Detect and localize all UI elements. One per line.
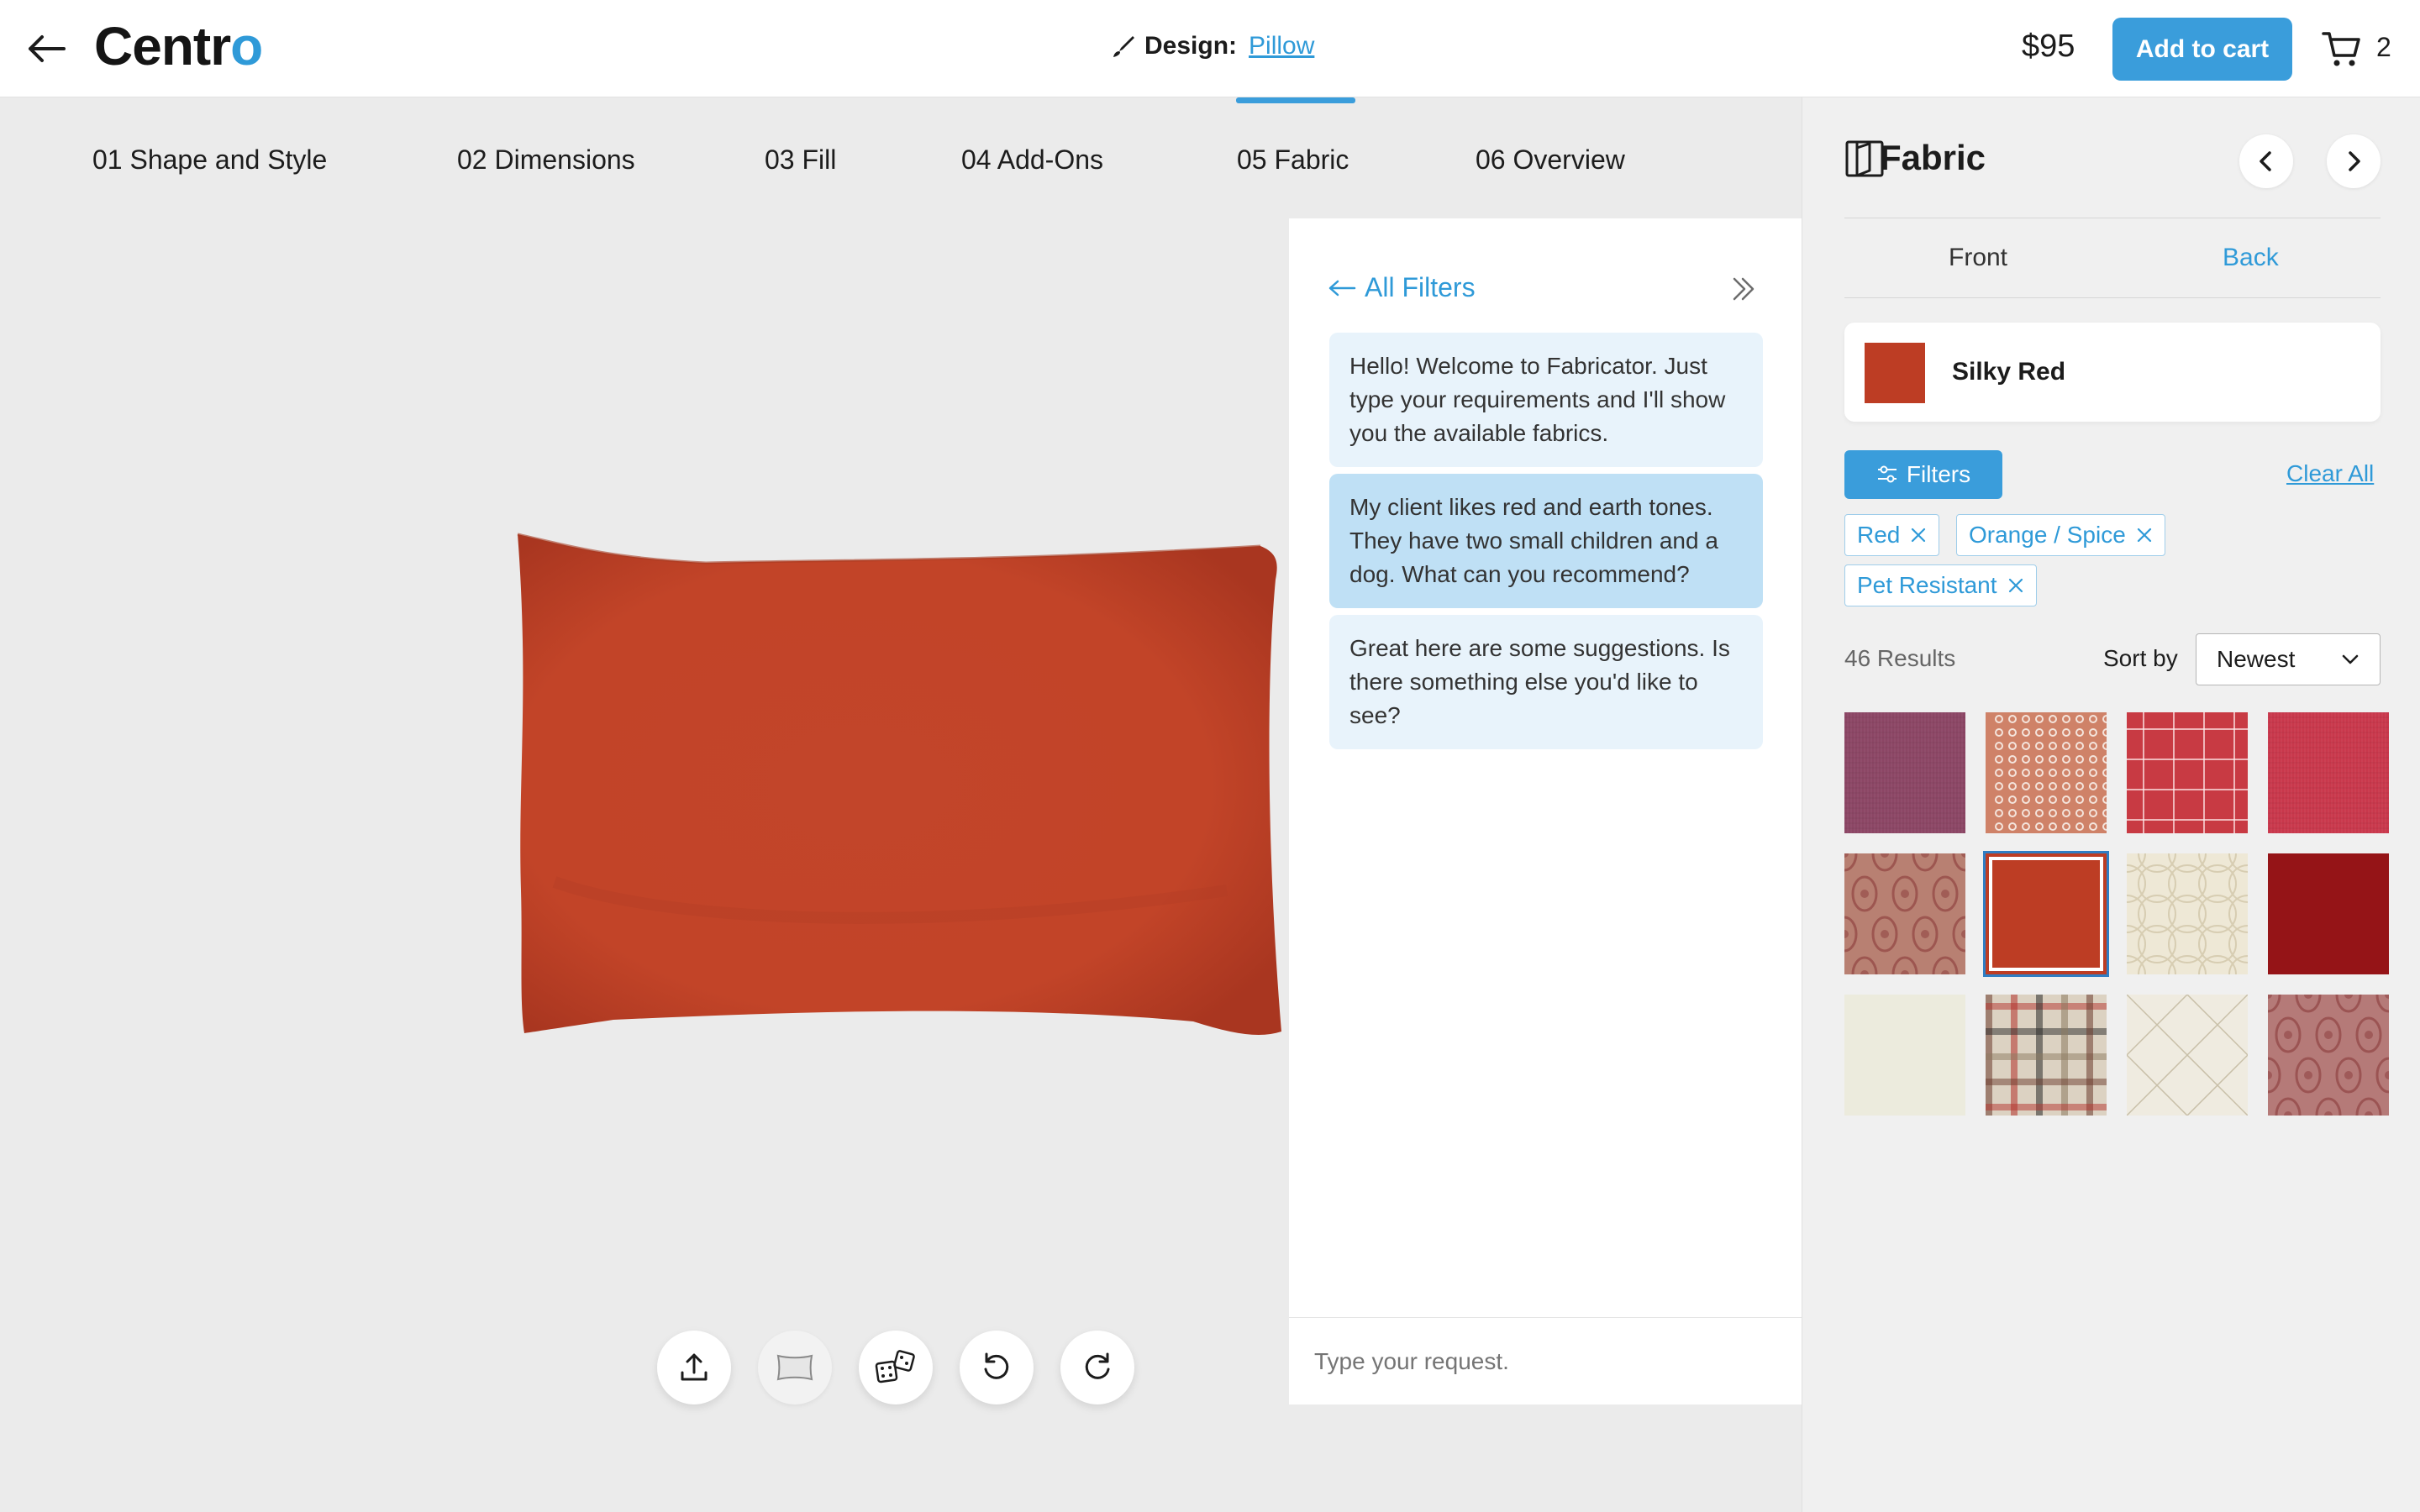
step-fill[interactable]: 03 Fill <box>765 144 836 176</box>
chip-label: Orange / Spice <box>1969 522 2126 548</box>
tab-back[interactable]: Back <box>2223 244 2279 272</box>
step-dimensions[interactable]: 02 Dimensions <box>457 144 635 176</box>
filters-label: Filters <box>1906 461 1971 487</box>
selected-fabric-card: Silky Red <box>1844 323 2381 422</box>
step-navigation: 01 Shape and Style 02 Dimensions 03 Fill… <box>0 97 1802 223</box>
arrow-left-icon <box>1328 280 1356 296</box>
step-fabric[interactable]: 05 Fabric <box>1237 144 1349 176</box>
step-add-ons[interactable]: 04 Add-Ons <box>961 144 1103 176</box>
pillow-preview <box>517 533 1281 1035</box>
price: $95 <box>2022 29 2075 64</box>
logo-main: Centr <box>94 16 231 76</box>
close-icon[interactable] <box>1910 527 1927 543</box>
chip-label: Pet Resistant <box>1857 572 1997 598</box>
silky-red-swatch-texture <box>1986 853 2107 974</box>
selected-fabric-swatch <box>1865 343 1925 403</box>
undo-button[interactable] <box>960 1331 1034 1404</box>
sort-value: Newest <box>2217 646 2296 672</box>
all-filters-label: All Filters <box>1365 272 1476 302</box>
step-shape-and-style[interactable]: 01 Shape and Style <box>92 144 327 176</box>
selected-fabric-name: Silky Red <box>1952 358 2066 386</box>
close-icon[interactable] <box>2007 577 2024 594</box>
chat-message-assistant: Great here are some suggestions. Is ther… <box>1329 615 1763 749</box>
sort-by-label: Sort by <box>2103 645 2178 671</box>
ivory-diamond-swatch[interactable] <box>2127 995 2248 1116</box>
red-plaid-swatch[interactable] <box>2127 712 2248 833</box>
rose-damask-swatch[interactable] <box>2268 995 2389 1116</box>
brush-icon <box>1113 36 1134 57</box>
fabric-panel: Fabric Front Back Silky Red Filters Clea… <box>1802 97 2420 1512</box>
red-texture-swatch-texture <box>2268 712 2389 833</box>
collapse-chevrons-icon[interactable] <box>1729 274 1760 304</box>
upload-icon <box>681 1353 708 1381</box>
rose-damask-swatch-texture <box>2268 995 2389 1116</box>
randomize-button[interactable] <box>859 1331 933 1404</box>
sort-select[interactable]: Newest <box>2196 633 2381 685</box>
logo[interactable]: Centro <box>94 15 263 77</box>
design-link[interactable]: Pillow <box>1249 32 1314 60</box>
design-indicator: Design: Pillow <box>1109 32 1314 60</box>
dark-red-swatch-texture <box>2268 853 2389 974</box>
chevron-down-icon <box>2342 654 2359 664</box>
step-overview[interactable]: 06 Overview <box>1476 144 1625 176</box>
clear-all-link[interactable]: Clear All <box>2286 460 2374 487</box>
logo-accent: o <box>230 16 263 76</box>
rust-geometric-swatch-texture <box>1986 712 2107 833</box>
cream-circle-swatch[interactable] <box>2127 853 2248 974</box>
red-damask-swatch-texture <box>1844 853 1965 974</box>
pillow-shape-icon <box>776 1354 813 1381</box>
tab-front[interactable]: Front <box>1949 244 2007 272</box>
rust-geometric-swatch[interactable] <box>1986 712 2107 833</box>
cart-count: 2 <box>2376 32 2391 62</box>
add-to-cart-button[interactable]: Add to cart <box>2112 18 2292 81</box>
filters-button[interactable]: Filters <box>1844 450 2002 499</box>
close-icon[interactable] <box>2136 527 2153 543</box>
purple-tweed-swatch-texture <box>1844 712 1965 833</box>
next-button[interactable] <box>2327 134 2381 188</box>
houndstooth-plaid-swatch[interactable] <box>1986 995 2107 1116</box>
purple-tweed-swatch[interactable] <box>1844 712 1965 833</box>
red-plaid-swatch-texture <box>2127 712 2248 833</box>
upload-button[interactable] <box>657 1331 731 1404</box>
red-damask-swatch[interactable] <box>1844 853 1965 974</box>
filter-chip-red[interactable]: Red <box>1844 514 1940 556</box>
results-count: 46 Results <box>1844 645 1956 671</box>
dice-icon <box>875 1350 915 1383</box>
chevron-left-icon <box>2260 151 2271 171</box>
pillow-shape-button[interactable] <box>758 1331 832 1404</box>
chevron-right-icon <box>2349 151 2360 171</box>
fabric-book-icon <box>1845 140 1884 177</box>
chat-message-assistant: Hello! Welcome to Fabricator. Just type … <box>1329 333 1763 467</box>
dark-red-swatch[interactable] <box>2268 853 2389 974</box>
chat-panel: All Filters Hello! Welcome to Fabricator… <box>1289 218 1802 1404</box>
ivory-swatch-texture <box>1844 995 1965 1116</box>
cart-icon[interactable] <box>2321 29 2363 69</box>
top-bar: Centro Design: Pillow $95 Add to cart 2 <box>0 0 2420 97</box>
chip-label: Red <box>1857 522 1901 548</box>
red-texture-swatch[interactable] <box>2268 712 2389 833</box>
undo-icon <box>984 1352 1009 1379</box>
houndstooth-plaid-swatch-texture <box>1986 995 2107 1116</box>
chat-input[interactable] <box>1289 1317 1802 1404</box>
panel-title: Fabric <box>1880 138 1986 177</box>
ivory-diamond-swatch-texture <box>2127 995 2248 1116</box>
filter-chip-orange-spice[interactable]: Orange / Spice <box>1956 514 2165 556</box>
sliders-icon <box>1877 465 1897 483</box>
cream-circle-swatch-texture <box>2127 853 2248 974</box>
all-filters-link[interactable]: All Filters <box>1328 272 1476 303</box>
active-step-indicator <box>1236 97 1355 103</box>
design-label: Design: <box>1144 32 1238 60</box>
redo-icon <box>1085 1352 1110 1379</box>
chat-message-user: My client likes red and earth tones. The… <box>1329 474 1763 608</box>
ivory-swatch[interactable] <box>1844 995 1965 1116</box>
prev-button[interactable] <box>2239 134 2293 188</box>
filter-chip-pet-resistant[interactable]: Pet Resistant <box>1844 564 2037 606</box>
redo-button[interactable] <box>1060 1331 1134 1404</box>
front-back-tabs: Front Back <box>1844 218 2381 298</box>
back-arrow-icon[interactable] <box>25 30 67 67</box>
silky-red-swatch[interactable] <box>1983 851 2109 977</box>
